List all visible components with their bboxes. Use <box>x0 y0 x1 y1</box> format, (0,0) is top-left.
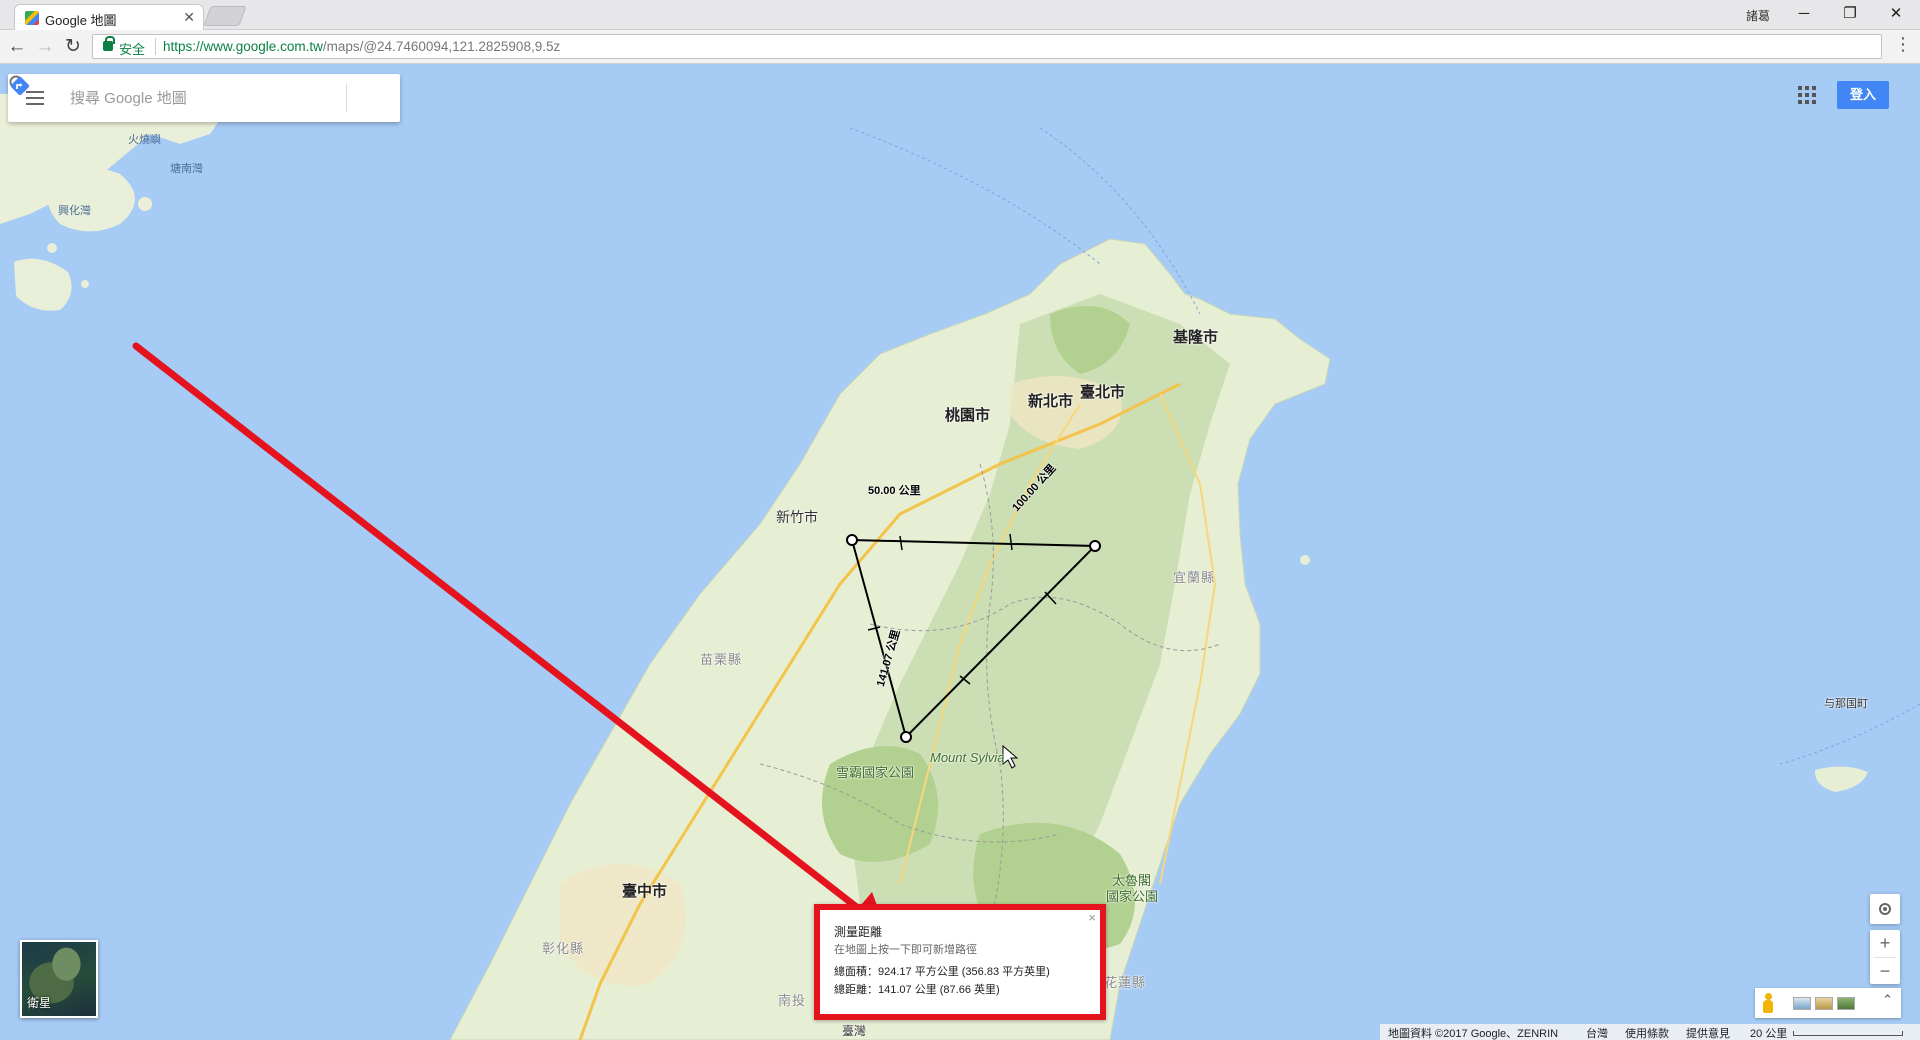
attribution: 地圖資料 ©2017 Google、ZENRIN <box>1388 1028 1559 1040</box>
sea-lane <box>1779 703 1920 765</box>
sea-lane <box>849 127 1101 265</box>
browser-tab[interactable]: Google 地圖 ✕ <box>14 4 204 30</box>
sign-in-button[interactable]: 登入 <box>1837 81 1889 109</box>
measure-title: 測量距離 <box>834 925 883 939</box>
expand-icon[interactable]: ⌃ <box>1882 992 1893 1008</box>
island-nw <box>46 166 135 232</box>
label-xinghua: 興化灣 <box>58 205 91 217</box>
label-taoyuan[interactable]: 桃園市 <box>945 404 990 425</box>
measure-total-distance: 總距離：141.07 公里 (87.66 英里) <box>834 984 1000 996</box>
url-host: https://www.google.com.tw <box>163 39 323 54</box>
label-taipei[interactable]: 臺北市 <box>1080 381 1125 402</box>
tab-close-icon[interactable]: ✕ <box>183 9 195 26</box>
imagery-bar: ⌃ <box>1755 988 1901 1018</box>
search-box <box>8 74 400 122</box>
zoom-control: + − <box>1870 930 1900 984</box>
islet <box>138 197 152 211</box>
minimize-button[interactable]: ─ <box>1781 0 1827 30</box>
maps-favicon-icon <box>25 11 39 25</box>
url-path: /maps/@24.7460094,121.2825908,9.5z <box>322 39 561 54</box>
label-miaoli[interactable]: 苗栗縣 <box>700 649 742 668</box>
lock-icon <box>103 36 115 51</box>
label-changhua[interactable]: 彰化縣 <box>542 938 584 957</box>
profile-name[interactable]: 諸葛 <box>1746 7 1770 24</box>
map-graphics <box>0 92 1920 1040</box>
tab-title: Google 地圖 <box>45 13 117 28</box>
map-canvas[interactable]: 基隆市 臺北市 新北市 桃園市 新竹市 宜蘭縣 苗栗縣 臺中市 彰化縣 南投 花… <box>0 64 1920 1040</box>
satellite-toggle[interactable]: 衛星 <box>20 940 98 1018</box>
close-icon[interactable]: × <box>1088 910 1096 925</box>
label-huoshao: 火燒嶼 <box>128 134 161 146</box>
scale-label[interactable]: 20 公里 <box>1750 1025 1787 1040</box>
measure-distance-panel: × 測量距離 在地圖上按一下即可新增路徑 總面積：924.17 平方公里 (35… <box>814 904 1106 1020</box>
satellite-label: 衛星 <box>27 996 52 1010</box>
browser-toolbar: ← → ↻ 安全 https://www.google.com.tw/maps/… <box>0 30 1920 64</box>
imagery-thumb[interactable] <box>1815 997 1833 1010</box>
label-new-taipei[interactable]: 新北市 <box>1028 390 1073 411</box>
restore-button[interactable]: ❐ <box>1827 0 1873 30</box>
label-hualien[interactable]: 花蓮縣 <box>1104 972 1146 991</box>
label-hsinchu[interactable]: 新竹市 <box>776 507 818 527</box>
measure-total-area: 總面積：924.17 平方公里 (356.83 平方英里) <box>834 966 1050 978</box>
measure-point[interactable] <box>1089 540 1101 552</box>
reload-icon[interactable]: ↻ <box>60 34 86 60</box>
measure-label-50: 50.00 公里 <box>868 485 921 497</box>
imagery-thumb[interactable] <box>1837 997 1855 1010</box>
apps-grid-icon[interactable] <box>1798 86 1816 104</box>
measure-point[interactable] <box>846 534 858 546</box>
island-west <box>14 258 72 311</box>
secure-label: 安全 <box>119 42 146 57</box>
measure-hint: 在地圖上按一下即可新增路徑 <box>834 944 977 956</box>
region-link[interactable]: 台灣 <box>1586 1025 1608 1040</box>
label-nantou[interactable]: 南投 <box>778 990 806 1009</box>
label-mount-sylvia[interactable]: Mount Sylvia <box>930 750 1004 765</box>
label-yilan[interactable]: 宜蘭縣 <box>1173 567 1215 586</box>
browser-menu-icon[interactable]: ⋮ <box>1894 34 1912 55</box>
pegman-icon[interactable] <box>1763 993 1773 1013</box>
islet <box>81 280 89 288</box>
zoom-in-button[interactable]: + <box>1870 930 1900 957</box>
feedback-link[interactable]: 提供意見 <box>1686 1025 1730 1040</box>
turtle-island <box>1300 555 1310 565</box>
yonaguni-island <box>1814 766 1868 792</box>
label-tangnan: 塘南灣 <box>170 163 203 175</box>
search-divider <box>346 84 347 112</box>
zoom-out-button[interactable]: − <box>1870 958 1900 985</box>
my-location-button[interactable] <box>1870 894 1900 924</box>
back-arrow-icon[interactable]: ← <box>4 34 30 60</box>
url-text[interactable]: https://www.google.com.tw/maps/@24.74600… <box>163 39 560 54</box>
scale-bar <box>1793 1031 1903 1036</box>
my-location-icon <box>1879 903 1891 915</box>
close-window-button[interactable]: ✕ <box>1873 0 1919 30</box>
label-shei-pa[interactable]: 雪霸國家公園 <box>836 762 914 781</box>
islet <box>47 243 57 253</box>
map-footer: 地圖資料 ©2017 Google、ZENRIN 台灣 使用條款 提供意見 20… <box>1380 1024 1920 1040</box>
url-divider <box>155 38 156 55</box>
address-bar[interactable]: 安全 https://www.google.com.tw/maps/@24.74… <box>92 34 1882 59</box>
imagery-thumb[interactable] <box>1793 997 1811 1010</box>
search-input[interactable] <box>68 86 298 110</box>
label-taroko-2[interactable]: 國家公園 <box>1106 886 1158 905</box>
label-taiwan[interactable]: 臺灣 <box>842 1022 866 1039</box>
terms-link[interactable]: 使用條款 <box>1625 1025 1669 1040</box>
measure-point[interactable] <box>900 731 912 743</box>
label-yonaguni[interactable]: 与那国町 <box>1824 695 1868 711</box>
new-tab-button[interactable] <box>203 6 247 26</box>
forward-arrow-icon[interactable]: → <box>32 34 58 60</box>
directions-icon[interactable] <box>8 74 32 98</box>
label-keelung[interactable]: 基隆市 <box>1173 326 1218 347</box>
title-bar: Google 地圖 ✕ 諸葛 ─ ❐ ✕ <box>0 0 1920 30</box>
label-taichung[interactable]: 臺中市 <box>622 880 667 901</box>
